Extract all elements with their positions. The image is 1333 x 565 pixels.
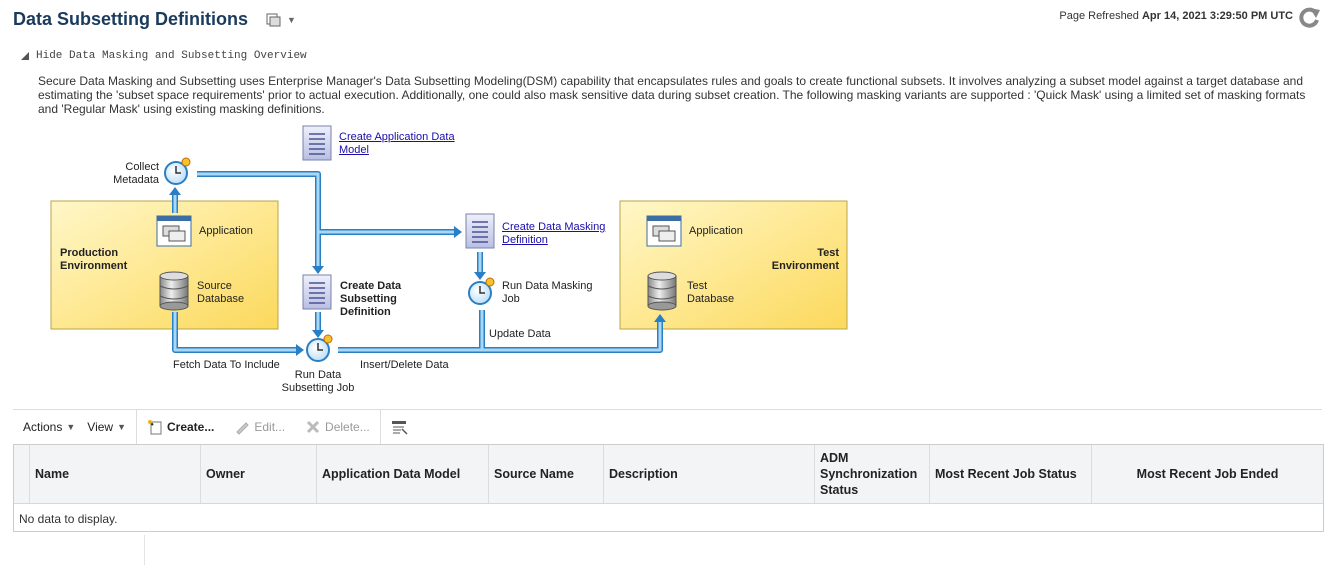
create-data-subsetting-definition-label: Create Data Subsetting Definition <box>340 280 401 319</box>
link-line[interactable]: Create Application Data <box>339 131 455 144</box>
clock-icon <box>164 157 191 185</box>
column-header-application-data-model[interactable]: Application Data Model <box>317 445 489 503</box>
label-line: Create Data <box>340 280 402 292</box>
chevron-down-icon[interactable]: ▼ <box>117 422 126 432</box>
label-line: Run Data <box>294 369 342 381</box>
create-label[interactable]: Create... <box>167 420 214 434</box>
column-header-most-recent-job-ended[interactable]: Most Recent Job Ended <box>1092 445 1323 503</box>
run-data-subsetting-job-label: Run Data Subsetting Job <box>278 369 358 395</box>
table-empty-message: No data to display. <box>19 512 118 526</box>
label-line: Test <box>817 247 839 259</box>
link-line[interactable]: Create Data Masking <box>502 221 605 234</box>
label-line: Production <box>60 247 119 259</box>
test-environment-label: Test Environment <box>760 247 839 273</box>
label-line: Database <box>197 293 245 305</box>
clock-icon <box>306 334 333 362</box>
actions-menu[interactable]: Actions ▼ <box>13 420 85 434</box>
label-line: Source <box>197 280 232 292</box>
column-header-adm-sync-status[interactable]: ADM Synchronization Status <box>815 445 930 503</box>
label-line: Job <box>502 293 520 305</box>
label-line: Environment <box>60 260 128 272</box>
label-line: Run Data Masking <box>502 280 593 292</box>
create-application-data-model-link[interactable]: Create Application Data Model <box>339 131 455 157</box>
pencil-icon <box>236 422 250 435</box>
column-header-owner[interactable]: Owner <box>201 445 317 503</box>
test-application-label: Application <box>689 225 743 237</box>
link-line[interactable]: Definition <box>502 234 605 247</box>
delete-button[interactable]: Delete... <box>295 419 380 435</box>
link-line[interactable]: Model <box>339 144 455 157</box>
database-icon <box>159 271 189 311</box>
view-label[interactable]: View <box>87 420 113 434</box>
refresh-time: Apr 14, 2021 3:29:50 PM UTC <box>1141 10 1293 22</box>
label-line: Subsetting Job <box>281 382 355 394</box>
edit-label[interactable]: Edit... <box>254 420 285 434</box>
detach-button[interactable] <box>381 419 419 435</box>
actions-label[interactable]: Actions <box>23 420 62 434</box>
delete-x-icon <box>306 420 320 434</box>
label-line: Definition <box>340 306 391 318</box>
detach-table-icon <box>391 421 408 435</box>
application-window-icon <box>156 215 192 247</box>
column-header-source-name[interactable]: Source Name <box>489 445 604 503</box>
update-data-label: Update Data <box>489 328 551 340</box>
label-line: Environment <box>771 260 839 272</box>
document-icon <box>302 274 332 310</box>
database-icon <box>647 271 677 311</box>
label-line: Metadata <box>113 174 159 186</box>
delete-label[interactable]: Delete... <box>325 420 370 434</box>
application-window-icon <box>646 215 682 247</box>
create-icon <box>148 420 162 435</box>
label-line: Test <box>687 280 708 292</box>
edit-button[interactable]: Edit... <box>224 419 295 435</box>
overview-diagram <box>50 125 848 362</box>
data-subsetting-table: Name Owner Application Data Model Source… <box>13 444 1324 532</box>
row-selector-header <box>14 445 30 503</box>
column-header-description[interactable]: Description <box>604 445 815 503</box>
divider <box>144 535 145 565</box>
table-toolbar: Actions ▼ View ▼ Create... Edit... Delet… <box>13 409 1322 444</box>
collect-metadata-label: Collect Metadata <box>113 161 159 187</box>
label-line: Subsetting <box>340 293 397 305</box>
refresh-label: Page Refreshed <box>1059 10 1139 22</box>
application-label: Application <box>199 225 253 237</box>
column-header-name[interactable]: Name <box>30 445 201 503</box>
refresh-icon[interactable] <box>1296 6 1322 30</box>
test-database-label: Test Database <box>687 280 734 306</box>
document-icon <box>302 125 332 161</box>
chevron-down-icon[interactable]: ▼ <box>66 422 75 432</box>
label-line: Collect <box>125 161 159 173</box>
clock-icon <box>468 277 495 305</box>
source-database-label: Source Database <box>197 280 244 306</box>
column-header-most-recent-job-status[interactable]: Most Recent Job Status <box>930 445 1092 503</box>
view-menu[interactable]: View ▼ <box>85 420 136 434</box>
label-line: Database <box>687 293 735 305</box>
create-data-masking-definition-link[interactable]: Create Data Masking Definition <box>502 221 605 247</box>
page-refresh-info: Page Refreshed Apr 14, 2021 3:29:50 PM U… <box>1059 10 1293 22</box>
production-environment-label: Production Environment <box>60 247 127 273</box>
run-data-masking-job-label: Run Data Masking Job <box>502 280 593 306</box>
document-icon <box>465 213 495 249</box>
table-header: Name Owner Application Data Model Source… <box>14 445 1323 504</box>
create-button[interactable]: Create... <box>137 419 224 435</box>
insert-delete-data-label: Insert/Delete Data <box>360 359 449 371</box>
fetch-data-label: Fetch Data To Include <box>173 359 280 371</box>
